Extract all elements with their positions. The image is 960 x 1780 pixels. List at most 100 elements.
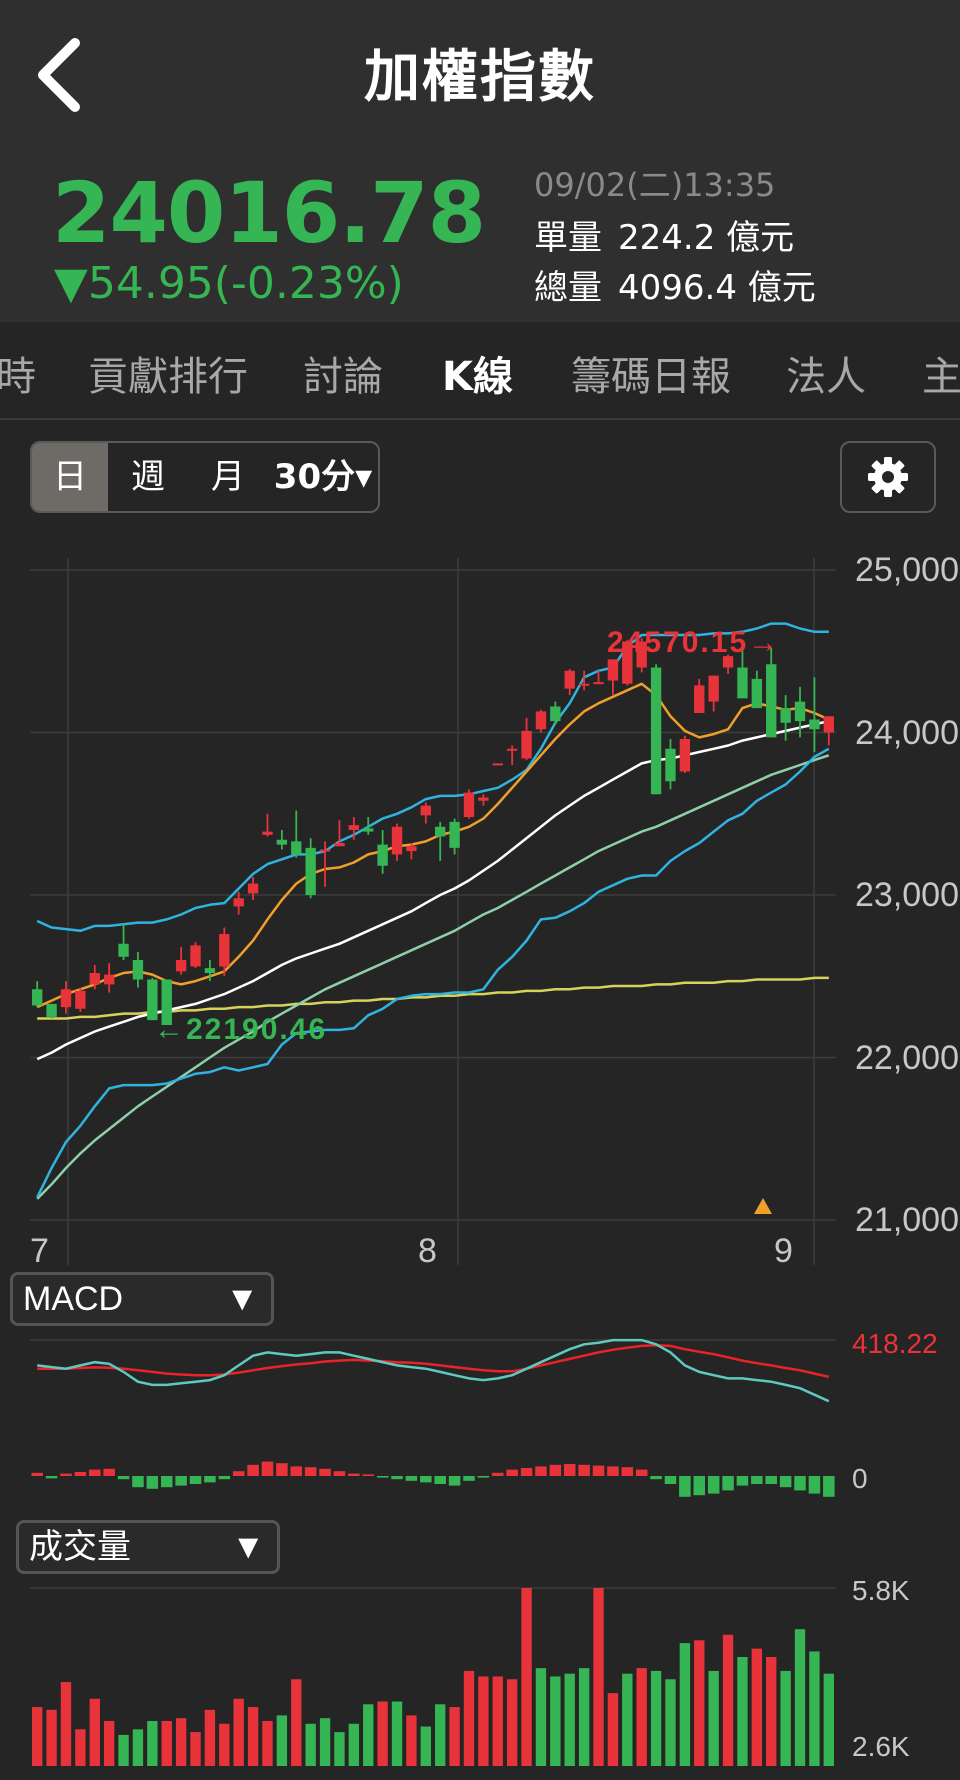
volume-bar (435, 1704, 446, 1766)
volume-bar (622, 1673, 633, 1766)
macd-histogram-bar (492, 1472, 504, 1476)
macd-histogram-bar (276, 1463, 288, 1476)
macd-histogram-bar (664, 1476, 677, 1484)
volume-indicator-dropdown[interactable]: 成交量 ▼ (16, 1520, 280, 1574)
candle-up (190, 945, 201, 967)
x-label: 7 (30, 1232, 49, 1270)
macd-histogram-bar (463, 1476, 475, 1481)
volume-bar (780, 1670, 791, 1766)
macd-histogram-bar (45, 1476, 58, 1479)
candle-up (406, 846, 417, 852)
macd-histogram-bar (74, 1472, 87, 1476)
low-annotation: ←22190.46 (154, 1013, 327, 1046)
macd-histogram-bar (808, 1476, 821, 1494)
macd-histogram-bar (175, 1476, 187, 1486)
candle-down (550, 706, 561, 722)
macd-chart (31, 1338, 835, 1497)
candle-up (348, 825, 360, 830)
volume-chart (32, 1588, 834, 1766)
macd-histogram-bar (650, 1476, 662, 1480)
app-root: { "header": { "title": "加權指數", "price": … (0, 0, 960, 1780)
macd-histogram-bar (736, 1476, 749, 1486)
bollinger-upper-line (36, 622, 829, 933)
volume-bar (449, 1707, 460, 1766)
volume-bar (75, 1729, 86, 1766)
macd-histogram-bar (535, 1466, 547, 1476)
chart-grid (30, 558, 836, 1589)
price-y-tick: 22,000 (855, 1039, 959, 1077)
volume-bar (708, 1670, 719, 1766)
candle-up (593, 682, 604, 685)
macd-y-tick: 418.22 (852, 1328, 938, 1359)
macd-histogram-bar (477, 1476, 490, 1478)
volume-bar (175, 1718, 187, 1766)
volume-selector-label: 成交量 (29, 1528, 131, 1566)
volume-bar (578, 1668, 590, 1766)
candle-down (305, 847, 316, 895)
volume-bar (506, 1679, 518, 1766)
volume-bar (377, 1701, 388, 1766)
volume-bar (319, 1718, 331, 1766)
macd-histogram-bar (823, 1476, 835, 1497)
macd-histogram-bar (304, 1467, 317, 1476)
volume-bar (132, 1729, 144, 1766)
macd-histogram-bar (707, 1476, 720, 1494)
volume-bar (694, 1640, 705, 1766)
candle-up (578, 683, 590, 686)
candle-up (391, 826, 403, 855)
candle-down (377, 844, 388, 866)
high-annotation: 24570.15→ (607, 626, 780, 659)
candle-up (75, 990, 86, 1009)
candle-up (492, 763, 503, 766)
candle-down (291, 841, 302, 855)
volume-bar (190, 1732, 201, 1766)
candle-up (694, 685, 705, 713)
volume-bar (60, 1682, 72, 1766)
macd-histogram-bar (204, 1476, 216, 1483)
macd-histogram-bar (189, 1476, 202, 1484)
candle-up (463, 792, 475, 817)
macd-y-tick: 0 (852, 1463, 868, 1494)
candle-up (89, 973, 100, 985)
macd-histogram-bar (434, 1476, 446, 1484)
macd-histogram-bar (376, 1476, 389, 1478)
candle-up (607, 659, 619, 681)
volume-bar (766, 1657, 777, 1766)
volume-bar (823, 1673, 834, 1766)
macd-histogram-bar (751, 1476, 763, 1484)
candle-up (247, 883, 259, 894)
macd-histogram-bar (722, 1476, 734, 1491)
price-y-tick: 21,000 (855, 1201, 959, 1239)
volume-bar (291, 1679, 302, 1766)
macd-histogram-bar (132, 1476, 144, 1488)
volume-bar (463, 1670, 475, 1766)
macd-histogram-bar (679, 1476, 691, 1497)
macd-indicator-dropdown[interactable]: MACD ▼ (10, 1272, 274, 1326)
macd-histogram-bar (232, 1471, 245, 1476)
candle-down (435, 826, 446, 837)
macd-histogram-bar (448, 1476, 461, 1486)
volume-bar (737, 1657, 748, 1766)
volume-bar (262, 1720, 273, 1766)
volume-bar (607, 1693, 619, 1766)
macd-histogram-bar (549, 1464, 562, 1476)
price-chart[interactable] (32, 622, 834, 1200)
macd-histogram-bar (794, 1476, 806, 1491)
volume-bar (276, 1715, 288, 1766)
volume-bar (809, 1651, 820, 1766)
volume-bar (420, 1726, 431, 1766)
volume-bar (147, 1720, 158, 1766)
candle-down (766, 664, 777, 738)
macd-histogram-bar (391, 1476, 403, 1480)
volume-bar (305, 1723, 316, 1766)
candle-down (665, 748, 676, 782)
candle-up (334, 843, 345, 847)
macd-histogram-bar (420, 1476, 432, 1483)
candle-up (521, 730, 532, 759)
macd-histogram-bar (779, 1476, 792, 1488)
volume-bar (521, 1588, 532, 1766)
volume-bar (794, 1629, 806, 1766)
volume-bar (334, 1732, 345, 1766)
volume-bar (348, 1723, 360, 1766)
macd-histogram-bar (60, 1473, 72, 1476)
